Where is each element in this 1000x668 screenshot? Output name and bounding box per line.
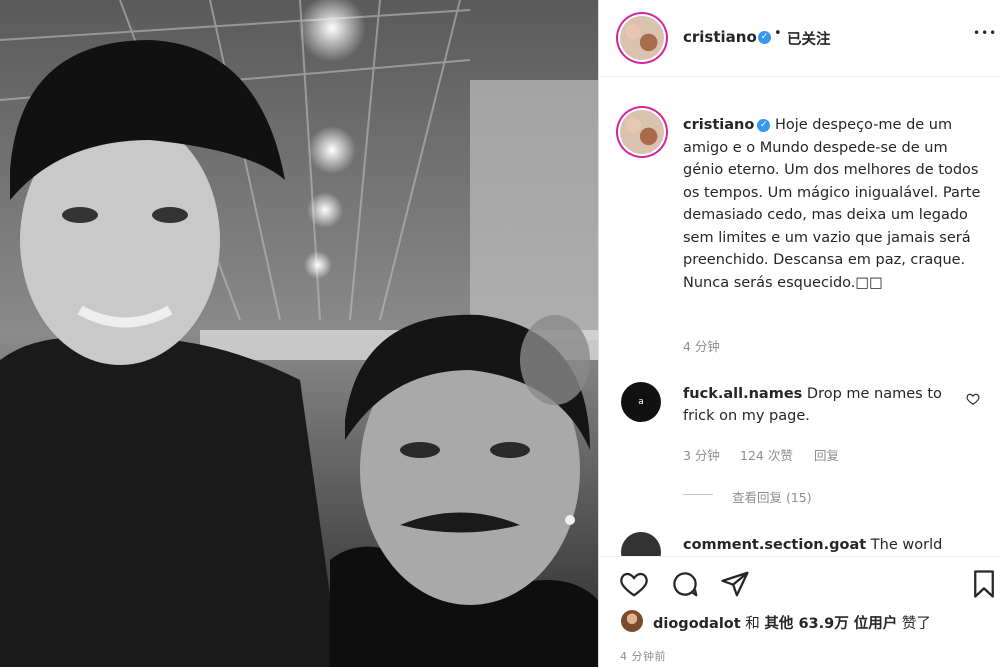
comment-username[interactable]: comment.section.goat xyxy=(683,537,866,553)
caption: cristiano ✓ Hoje despeço-me de um amigo e… xyxy=(683,114,983,294)
likes-connector: 和 xyxy=(745,616,760,632)
caption-text: Hoje despeço-me de um amigo e o Mundo de… xyxy=(683,117,981,291)
comment-likes[interactable]: 124 次赞 xyxy=(740,445,793,464)
commenter-avatar-2[interactable] xyxy=(621,532,661,556)
caption-time[interactable]: 4 分钟 xyxy=(683,336,720,355)
post-timestamp[interactable]: 4 分钟前 xyxy=(620,648,666,664)
post-actions-bar: diogodalot 和 其他 63.9万 位用户 赞了 4 分钟前 xyxy=(599,556,1000,668)
comment-username[interactable]: fuck.all.names xyxy=(683,386,802,402)
bookmark-icon[interactable] xyxy=(969,569,999,599)
more-options-icon[interactable]: ••• xyxy=(973,26,997,40)
comment-item: fuck.all.names Drop me names to frick on… xyxy=(683,383,953,427)
comment-reply-button[interactable]: 回复 xyxy=(814,445,839,464)
share-icon[interactable] xyxy=(720,569,750,599)
post-details-panel: cristiano ✓ • 已关注 ••• cristiano ✓ Hoje de… xyxy=(598,0,1000,667)
likes-others[interactable]: 其他 63.9万 位用户 xyxy=(764,616,897,632)
caption-username[interactable]: cristiano xyxy=(683,117,754,133)
caption-avatar[interactable] xyxy=(620,110,664,154)
liker-username[interactable]: diogodalot xyxy=(653,616,741,632)
comment-text: The world xyxy=(870,537,943,553)
likes-suffix: 赞了 xyxy=(901,616,931,632)
comment-icon[interactable] xyxy=(670,569,700,599)
header-separator: • xyxy=(774,26,782,41)
heart-icon[interactable] xyxy=(619,569,649,599)
comment-time[interactable]: 3 分钟 xyxy=(683,445,720,464)
replies-divider xyxy=(683,494,713,495)
author-avatar[interactable] xyxy=(620,16,664,60)
commenter-avatar[interactable]: a xyxy=(621,382,661,422)
comment-item-2: comment.section.goat The world xyxy=(683,534,973,556)
verified-badge-icon: ✓ xyxy=(757,118,771,132)
liker-avatar[interactable] xyxy=(621,610,643,632)
post-header: cristiano ✓ • 已关注 ••• xyxy=(599,0,1000,77)
follow-status-button[interactable]: 已关注 xyxy=(787,28,831,49)
author-username[interactable]: cristiano xyxy=(683,28,757,46)
post-image xyxy=(0,0,598,667)
comment-like-heart-icon[interactable] xyxy=(966,392,980,406)
view-replies-button[interactable]: 查看回复 (15) xyxy=(732,487,812,506)
likes-summary: diogodalot 和 其他 63.9万 位用户 赞了 xyxy=(653,612,931,633)
verified-badge-icon: ✓ xyxy=(758,31,771,44)
post-photo[interactable] xyxy=(0,0,598,667)
